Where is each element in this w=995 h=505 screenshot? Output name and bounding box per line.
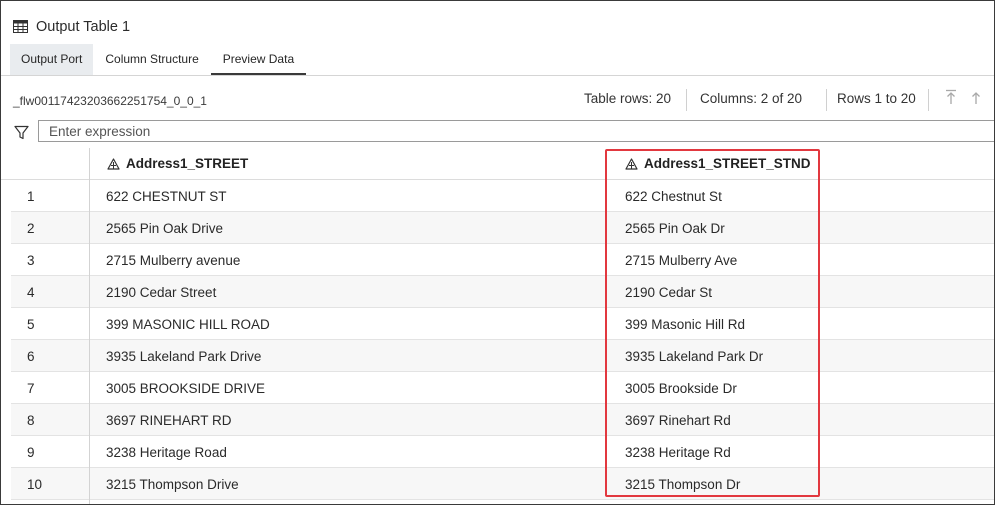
street-stnd-cell: 2715 Mulberry Ave	[625, 253, 738, 268]
table-row[interactable]: 4 2190 Cedar Street 2190 Cedar St	[11, 276, 994, 308]
filter-row	[1, 120, 994, 147]
column-header-address1-street-stnd[interactable]: Address1_STREET_STND	[625, 156, 811, 171]
street-cell: 2190 Cedar Street	[106, 285, 217, 300]
tab-column-structure[interactable]: Column Structure	[93, 44, 210, 75]
table-rows-label: Table rows: 20	[584, 91, 672, 106]
row-number: 9	[27, 445, 35, 460]
row-number: 1	[27, 189, 35, 204]
street-cell: 3005 BROOKSIDE DRIVE	[106, 381, 266, 396]
table-row[interactable]: 10 3215 Thompson Drive 3215 Thompson Dr	[11, 468, 994, 500]
window-title: Output Table 1	[36, 19, 131, 35]
street-cell: 3215 Thompson Drive	[106, 477, 239, 492]
expression-input[interactable]	[39, 121, 994, 141]
info-bar: _flw00117423203662251754_0_0_1 Table row…	[1, 86, 994, 116]
table-row[interactable]: 8 3697 RINEHART RD 3697 Rinehart Rd	[11, 404, 994, 436]
output-table-panel: Output Table 1 Output Port Column Struct…	[0, 0, 995, 505]
street-cell: 622 CHESTNUT ST	[106, 189, 227, 204]
rows-range-label: Rows 1 to 20	[837, 91, 916, 106]
table-grid-icon	[13, 20, 28, 33]
street-cell: 3238 Heritage Road	[106, 445, 227, 460]
column-divider	[89, 148, 90, 504]
row-number: 2	[27, 221, 35, 236]
row-number: 6	[27, 349, 35, 364]
expression-box	[38, 120, 994, 142]
scroll-up-button[interactable]	[968, 89, 984, 109]
tab-preview-data[interactable]: Preview Data	[210, 44, 307, 75]
row-number: 8	[27, 413, 35, 428]
street-stnd-cell: 2190 Cedar St	[625, 285, 713, 300]
street-stnd-cell: 399 Masonic Hill Rd	[625, 317, 746, 332]
street-cell: 2565 Pin Oak Drive	[106, 221, 224, 236]
table-row[interactable]: 7 3005 BROOKSIDE DRIVE 3005 Brookside Dr	[11, 372, 994, 404]
table-row[interactable]: 3 2715 Mulberry avenue 2715 Mulberry Ave	[11, 244, 994, 276]
title-bar: Output Table 1	[1, 1, 994, 41]
street-cell: 2715 Mulberry avenue	[106, 253, 241, 268]
filter-funnel-icon[interactable]	[14, 125, 29, 140]
divider	[686, 89, 687, 111]
column-header-address1-street[interactable]: Address1_STREET	[107, 156, 248, 171]
tab-output-port[interactable]: Output Port	[10, 44, 94, 75]
table-row[interactable]: 9 3238 Heritage Road 3238 Heritage Rd	[11, 436, 994, 468]
table-row[interactable]: 2 2565 Pin Oak Drive 2565 Pin Oak Dr	[11, 212, 994, 244]
tab-bar: Output Port Column Structure Preview Dat…	[10, 44, 307, 75]
row-number: 7	[27, 381, 35, 396]
table-row[interactable]: 1 622 CHESTNUT ST 622 Chestnut St	[11, 180, 994, 212]
street-cell: 3697 RINEHART RD	[106, 413, 232, 428]
column-header-label: Address1_STREET_STND	[644, 156, 811, 171]
arrow-to-top-icon	[946, 89, 956, 104]
street-stnd-cell: 622 Chestnut St	[625, 189, 722, 204]
arrow-up-icon	[972, 92, 980, 104]
grid-header: Address1_STREET Address1_STREET_STND	[1, 148, 994, 180]
columns-count-button[interactable]: Columns: 2 of 20	[700, 91, 802, 106]
street-cell: 399 MASONIC HILL ROAD	[106, 317, 270, 332]
street-stnd-cell: 3697 Rinehart Rd	[625, 413, 731, 428]
table-row[interactable]: 6 3935 Lakeland Park Drive 3935 Lakeland…	[11, 340, 994, 372]
character-type-icon	[625, 157, 638, 170]
street-cell: 3935 Lakeland Park Drive	[106, 349, 262, 364]
street-stnd-cell: 3005 Brookside Dr	[625, 381, 737, 396]
row-number: 4	[27, 285, 35, 300]
row-number: 3	[27, 253, 35, 268]
divider	[928, 89, 929, 111]
row-number: 5	[27, 317, 35, 332]
character-type-icon	[107, 157, 120, 170]
street-stnd-cell: 3238 Heritage Rd	[625, 445, 731, 460]
row-number: 10	[27, 477, 43, 492]
table-row[interactable]: 5 399 MASONIC HILL ROAD 399 Masonic Hill…	[11, 308, 994, 340]
column-header-label: Address1_STREET	[126, 156, 249, 171]
scroll-to-top-button[interactable]	[943, 89, 959, 109]
flow-id-label: _flw00117423203662251754_0_0_1	[13, 94, 207, 108]
street-stnd-cell: 3935 Lakeland Park Dr	[625, 349, 764, 364]
divider	[826, 89, 827, 111]
tab-divider	[1, 75, 994, 76]
street-stnd-cell: 2565 Pin Oak Dr	[625, 221, 725, 236]
street-stnd-cell: 3215 Thompson Dr	[625, 477, 741, 492]
